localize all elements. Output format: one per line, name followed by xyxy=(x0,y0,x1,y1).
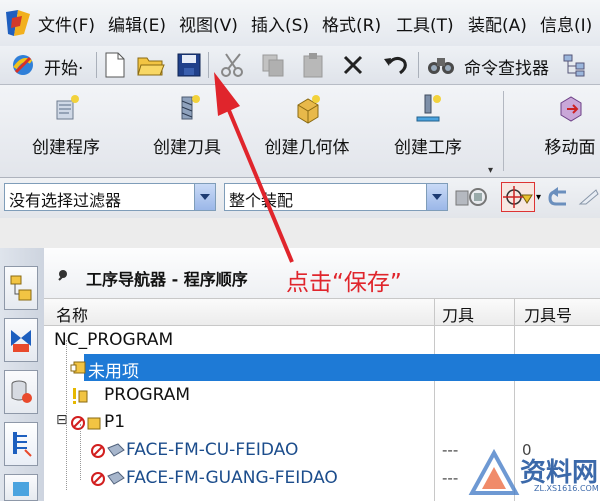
annotation-text: 点击“保存” xyxy=(286,270,402,296)
part-navigator-icon xyxy=(11,380,32,403)
column-header-name[interactable]: 名称 xyxy=(56,302,88,326)
undo-icon[interactable] xyxy=(380,50,410,80)
create-program-icon xyxy=(56,95,79,120)
toolbar-separator xyxy=(503,91,504,171)
warning-marker-icon xyxy=(73,388,88,404)
command-finder-button[interactable]: 命令查找器 xyxy=(464,54,549,79)
menu-assembly[interactable]: 装配(A) xyxy=(468,11,527,36)
move-face-button[interactable]: 移动面 xyxy=(530,85,600,177)
tool-cell: --- xyxy=(442,441,459,459)
column-header-tool[interactable]: 刀具 xyxy=(442,302,474,326)
menu-format[interactable]: 格式(R) xyxy=(322,11,381,36)
menu-information[interactable]: 信息(I) xyxy=(540,11,592,36)
operation-status-icon xyxy=(91,471,125,486)
selection-scope-dropdown[interactable]: 整个装配 xyxy=(224,183,448,211)
menu-tools[interactable]: 工具(T) xyxy=(396,11,454,36)
operation-navigator-icon xyxy=(13,432,32,457)
binoculars-icon[interactable] xyxy=(426,50,456,80)
menu-insert[interactable]: 插入(S) xyxy=(251,11,309,36)
tree-row-label: P1 xyxy=(104,412,126,432)
resource-bar xyxy=(0,248,45,501)
tree-row-label: 未用项 xyxy=(88,362,139,382)
tree-row-nc-program[interactable]: NC_PROGRAM xyxy=(44,327,600,354)
part-navigator-tab[interactable] xyxy=(4,370,38,414)
operation-navigator-tab[interactable] xyxy=(4,422,38,466)
move-face-label: 移动面 xyxy=(544,138,596,158)
toolbar-separator xyxy=(96,52,97,78)
navigator-title: 工序导航器 - 程序顺序 xyxy=(86,270,248,289)
delete-icon[interactable] xyxy=(338,50,368,80)
create-operation-label: 创建工序 xyxy=(394,138,462,158)
create-tool-button[interactable]: 创建刀具 xyxy=(141,85,233,177)
tree-view-icon[interactable] xyxy=(560,50,590,80)
create-geometry-button[interactable]: 创建几何体 xyxy=(252,85,362,177)
type-filter-dropdown[interactable]: 没有选择过滤器 xyxy=(4,183,216,211)
navigator-column-header: 名称 刀具 刀具号 xyxy=(44,298,600,326)
constraint-navigator-tab[interactable] xyxy=(4,318,38,362)
create-program-button[interactable]: 创建程序 xyxy=(20,85,112,177)
menu-file[interactable]: 文件(F) xyxy=(38,11,95,36)
tree-guide-line xyxy=(80,424,81,480)
save-icon[interactable] xyxy=(174,50,204,80)
start-icon[interactable] xyxy=(8,50,38,80)
create-program-label: 创建程序 xyxy=(32,138,100,158)
operation-status-icon xyxy=(91,443,125,458)
menu-view[interactable]: 视图(V) xyxy=(179,11,238,36)
tree-row-label: FACE-FM-CU-FEIDAO xyxy=(126,440,299,460)
copy-icon[interactable] xyxy=(258,50,288,80)
tree-row-label: NC_PROGRAM xyxy=(54,330,174,350)
column-header-tool-number[interactable]: 刀具号 xyxy=(524,302,572,326)
constraint-navigator-icon xyxy=(11,330,31,352)
machine-navigator-icon xyxy=(13,481,29,496)
status-program-icon xyxy=(71,416,101,430)
chevron-down-icon[interactable] xyxy=(426,184,447,210)
toolbar-overflow-icon[interactable]: ▾ xyxy=(488,165,493,176)
create-operation-icon xyxy=(416,94,441,122)
toolbar-separator xyxy=(208,52,209,78)
create-tool-icon xyxy=(181,95,200,120)
tool-cell: --- xyxy=(442,469,459,487)
create-tool-label: 创建刀具 xyxy=(153,138,221,158)
selection-scope-value: 整个装配 xyxy=(229,191,294,210)
assembly-navigator-tab[interactable] xyxy=(4,266,38,310)
move-face-icon xyxy=(560,96,582,122)
program-group-icon xyxy=(70,361,86,374)
app-logo-icon[interactable] xyxy=(4,8,32,38)
start-button[interactable]: 开始· xyxy=(44,54,83,79)
cut-icon[interactable] xyxy=(218,50,248,80)
tree-row-label: PROGRAM xyxy=(104,385,191,405)
panel-gap xyxy=(0,218,600,248)
selection-snap-icon[interactable] xyxy=(501,182,535,212)
undo-selection-icon[interactable] xyxy=(548,186,570,212)
tree-row-program[interactable]: PROGRAM xyxy=(44,382,600,409)
open-folder-icon[interactable] xyxy=(136,50,166,80)
create-geometry-icon xyxy=(297,95,320,124)
create-operation-button[interactable]: 创建工序 xyxy=(380,85,476,177)
type-filter-value: 没有选择过滤器 xyxy=(9,191,122,210)
chevron-down-icon[interactable] xyxy=(194,184,215,210)
arrow-icon[interactable] xyxy=(578,186,600,212)
pin-icon[interactable] xyxy=(56,268,70,282)
standard-toolbar: 开始· 命令查找器 xyxy=(0,46,600,85)
assembly-components-icon[interactable] xyxy=(452,183,490,211)
tree-row-unused-items[interactable]: 未用项 xyxy=(44,354,600,382)
watermark-url: ZL.XS1616.COM xyxy=(534,484,599,493)
assembly-navigator-icon xyxy=(10,275,32,301)
tree-guide-line xyxy=(66,340,67,490)
tree-row-label: FACE-FM-GUANG-FEIDAO xyxy=(126,468,338,488)
new-file-icon[interactable] xyxy=(100,50,130,80)
menu-bar: 文件(F) 编辑(E) 视图(V) 插入(S) 格式(R) 工具(T) 装配(A… xyxy=(0,0,600,47)
chevron-down-icon[interactable]: ▾ xyxy=(536,192,541,203)
selection-bar: 没有选择过滤器 整个装配 ▾ xyxy=(0,178,600,218)
paste-icon[interactable] xyxy=(298,50,328,80)
machine-navigator-tab[interactable] xyxy=(4,474,38,501)
tree-row-p1[interactable]: ⊟ P1 xyxy=(44,409,600,436)
menu-edit[interactable]: 编辑(E) xyxy=(108,11,166,36)
toolbar-separator xyxy=(418,52,419,78)
selection-highlight xyxy=(84,354,600,381)
create-geometry-label: 创建几何体 xyxy=(264,138,350,158)
create-toolbar: 创建程序 创建刀具 创建几何体 创建工序 ▾ 移动面 xyxy=(0,85,600,178)
